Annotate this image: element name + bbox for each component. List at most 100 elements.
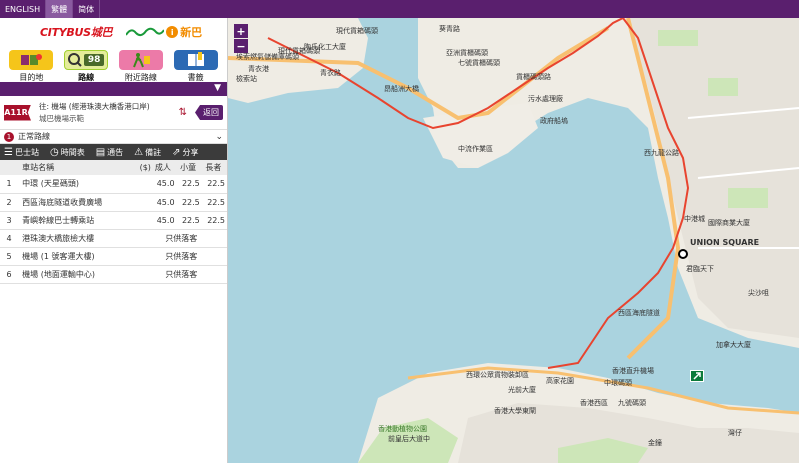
language-bar: ENGLISH 繁體 简体 — [0, 0, 799, 18]
stop-name: 機場 (地面運輸中心) — [18, 265, 140, 284]
notice-button[interactable]: ▤ 通告 — [96, 147, 123, 158]
map-label: 君臨天下 — [686, 265, 714, 273]
stop-number: 5 — [0, 247, 19, 266]
table-header-row: 車站名稱 ($) 成人 小童 長者 — [0, 160, 227, 175]
fare-adult: 45.0 — [151, 193, 177, 212]
map-label: 九號碼頭 — [618, 399, 646, 407]
map-label: 高家花園 — [546, 377, 574, 385]
table-row[interactable]: 1 中環 (天星碼頭) 45.0 22.5 22.5 — [0, 175, 227, 194]
map-label: 青衣路 — [320, 69, 341, 77]
map-label: 金鐘 — [648, 439, 662, 447]
left-panel: CITYBUS城巴 i 新巴 目的地 98 路線 附近路線 書籤 ▼ A11R … — [0, 18, 228, 463]
map-label: 七號貨櫃碼頭 — [458, 59, 500, 67]
stop-number: 1 — [0, 175, 19, 194]
share-button[interactable]: ⇗ 分享 — [172, 147, 198, 158]
nwfb-logo: i 新巴 — [126, 24, 202, 40]
timetable-button[interactable]: ◷ 時間表 — [50, 147, 85, 158]
nav-nearby[interactable]: 附近路線 — [116, 50, 166, 83]
lang-english[interactable]: ENGLISH — [0, 0, 47, 18]
nav-destination[interactable]: 目的地 — [6, 50, 56, 83]
table-row[interactable]: 5 機場 (1 號客運大樓) 只供落客 — [0, 247, 227, 266]
map-label: 青衣港 — [248, 65, 269, 73]
map-label: 現代貨箱碼頭 — [336, 27, 378, 35]
stop-name: 西區海底隧道收費廣場 — [18, 193, 140, 212]
bus-stops-button[interactable]: ☰ 巴士站 — [4, 147, 39, 158]
header-adult: 成人 — [151, 160, 177, 175]
back-button[interactable]: 返回 — [195, 105, 223, 120]
stop-number: 2 — [0, 193, 19, 212]
zoom-controls: + − — [234, 24, 248, 54]
map-label: 亞洲貨櫃碼頭 — [446, 49, 488, 57]
stop-number: 6 — [0, 265, 19, 284]
drop-off-only-note: 只供落客 — [151, 247, 227, 266]
map-label: 國際商業大廈 — [708, 219, 750, 227]
fare-child: 22.5 — [176, 211, 202, 230]
route-header: A11R 往: 機場 (經港珠澳大橋香港口岸) 城巴機場示範 ⇅ 返回 — [0, 96, 227, 130]
map-label: 香港動植物公園 — [378, 425, 427, 433]
header-stop-name: 車站名稱 — [18, 160, 140, 175]
drop-off-only-note: 只供落客 — [151, 229, 227, 248]
route-variant-select[interactable]: 1 正常路線 ⌄ — [0, 130, 227, 144]
map-pin-icon — [9, 50, 54, 70]
map-label: 前皇后大道中 — [388, 435, 430, 443]
share-label: 分享 — [182, 147, 199, 157]
table-row[interactable]: 3 青嶼幹線巴士轉乘站 45.0 22.5 22.5 — [0, 211, 227, 230]
map-label: 貨櫃碼頭路 — [516, 73, 551, 81]
nwfb-name: 新巴 — [180, 26, 203, 39]
fare-senior: 22.5 — [201, 175, 227, 194]
notice-label: 通告 — [107, 147, 124, 157]
bus-stop-marker[interactable] — [690, 370, 704, 382]
clock-icon: ◷ — [49, 146, 59, 158]
timetable-label: 時間表 — [60, 147, 85, 157]
map-label: 中環碼頭 — [604, 379, 632, 387]
nav-bookmark[interactable]: 書籤 — [171, 50, 221, 83]
table-row[interactable]: 6 機場 (地面運輸中心) 只供落客 — [0, 265, 227, 284]
walking-person-icon — [118, 50, 163, 70]
route-badge: 98 — [87, 55, 101, 65]
bus-stop-list-icon: ☰ — [4, 146, 13, 158]
map-label: 光前大廈 — [508, 386, 536, 394]
route-number-badge: A11R — [4, 104, 31, 121]
map-label: 加拿大大廈 — [716, 341, 751, 349]
map-label: 葵青路 — [439, 25, 460, 33]
main-nav: 目的地 98 路線 附近路線 書籤 — [0, 46, 227, 82]
fare-adult: 45.0 — [151, 175, 177, 194]
map-label: 香港西區 — [580, 399, 608, 407]
stop-number: 3 — [0, 211, 19, 230]
route-destination: 往: 機場 (經港珠澳大橋香港口岸) — [39, 101, 150, 111]
swap-direction-icon[interactable]: ⇅ — [179, 107, 187, 118]
route-map[interactable]: + − 現代貨箱碼頭 現代貨箱碼頭 陶氏化工大廈 埃索燃氣儲備庫碼頭 青衣港 檢… — [228, 18, 799, 463]
header-no — [0, 160, 19, 175]
fare-child: 22.5 — [176, 193, 202, 212]
table-row[interactable]: 2 西區海底隧道收費廣場 45.0 22.5 22.5 — [0, 193, 227, 212]
nwfb-circle-icon: i — [166, 26, 179, 38]
route-toolbar: ☰ 巴士站 ◷ 時間表 ▤ 通告 ⚠ 備註 ⇗ 分享 — [0, 144, 227, 160]
map-label: 西區海底隧道 — [618, 309, 660, 317]
map-label: 陶氏化工大廈 — [304, 43, 346, 51]
zoom-in-button[interactable]: + — [234, 24, 248, 38]
citybus-logo: CITYBUS城巴 — [40, 26, 113, 39]
zoom-out-button[interactable]: − — [234, 39, 248, 53]
map-label: 香港大學東閘 — [494, 407, 536, 415]
bus-stops-label: 巴士站 — [14, 147, 39, 157]
table-row[interactable]: 4 港珠澳大橋旅檢大樓 只供落客 — [0, 229, 227, 248]
map-label: 政府船塢 — [540, 117, 568, 125]
stop-name: 港珠澳大橋旅檢大樓 — [18, 229, 140, 248]
fare-child: 22.5 — [176, 175, 202, 194]
map-label: 埃索燃氣儲備庫碼頭 — [236, 53, 299, 61]
header-child: 小童 — [176, 160, 202, 175]
remarks-button[interactable]: ⚠ 備註 — [134, 147, 161, 158]
header-senior: 長者 — [201, 160, 227, 175]
nav-route[interactable]: 98 路線 — [61, 50, 111, 83]
route-search-icon: 98 — [64, 50, 109, 70]
lang-simplified[interactable]: 简体 — [73, 0, 101, 18]
lang-traditional[interactable]: 繁體 — [46, 0, 74, 18]
arrow-up-right-icon — [693, 372, 701, 380]
map-label: 中港城 — [684, 215, 705, 223]
stop-name: 機場 (1 號客運大樓) — [18, 247, 140, 266]
collapse-arrow-icon[interactable]: ▼ — [214, 83, 221, 93]
route-info: 往: 機場 (經港珠澳大橋香港口岸) 城巴機場示範 — [31, 102, 179, 124]
fare-adult: 45.0 — [151, 211, 177, 230]
map-label: 中流作業區 — [458, 145, 493, 153]
remarks-label: 備註 — [145, 147, 162, 157]
